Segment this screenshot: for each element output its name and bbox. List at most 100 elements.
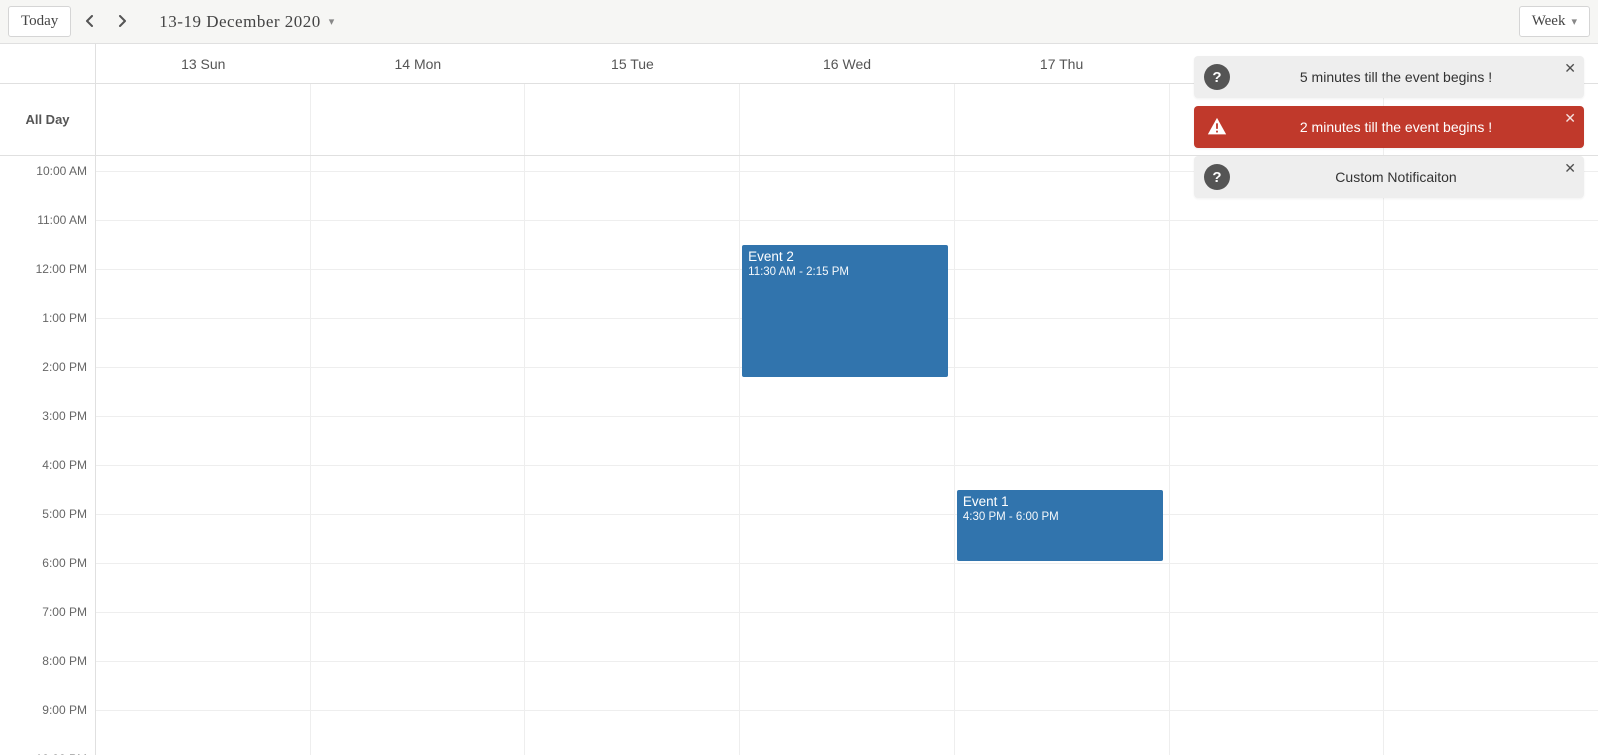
warning-icon bbox=[1204, 114, 1230, 140]
hour-gridline bbox=[1170, 465, 1384, 466]
day-column[interactable] bbox=[311, 156, 526, 755]
hour-gridline bbox=[96, 612, 310, 613]
hour-gridline bbox=[525, 416, 739, 417]
allday-cell[interactable] bbox=[955, 84, 1170, 155]
hour-label: 2:00 PM bbox=[42, 360, 87, 374]
hour-gridline bbox=[311, 612, 525, 613]
calendar-event[interactable]: Event 14:30 PM - 6:00 PM bbox=[957, 490, 1163, 562]
day-column[interactable]: Event 14:30 PM - 6:00 PM bbox=[955, 156, 1170, 755]
close-icon[interactable]: ✕ bbox=[1564, 110, 1576, 127]
hour-gridline bbox=[955, 563, 1169, 564]
hour-gridline bbox=[525, 269, 739, 270]
hour-label: 5:00 PM bbox=[42, 507, 87, 521]
allday-cell[interactable] bbox=[740, 84, 955, 155]
day-column[interactable] bbox=[1384, 156, 1598, 755]
hour-gridline bbox=[1384, 563, 1598, 564]
day-header[interactable]: 13 Sun bbox=[96, 44, 311, 83]
event-time: 11:30 AM - 2:15 PM bbox=[748, 266, 942, 278]
day-column[interactable] bbox=[96, 156, 311, 755]
close-icon[interactable]: ✕ bbox=[1564, 160, 1576, 177]
hour-label: 11:00 AM bbox=[37, 213, 87, 227]
hour-gridline bbox=[96, 661, 310, 662]
time-gutter: 12:00 AM1:00 AM2:00 AM3:00 AM4:00 AM5:00… bbox=[0, 156, 96, 755]
next-button[interactable] bbox=[109, 8, 135, 36]
day-column[interactable]: Event 2 11:30 AM - 2:15 PM bbox=[740, 156, 955, 755]
hour-gridline bbox=[955, 367, 1169, 368]
close-icon[interactable]: ✕ bbox=[1564, 60, 1576, 77]
hour-gridline bbox=[955, 710, 1169, 711]
hour-gridline bbox=[96, 269, 310, 270]
hour-gridline bbox=[96, 465, 310, 466]
chevron-down-icon: ▾ bbox=[1571, 15, 1577, 28]
hour-gridline bbox=[1170, 416, 1384, 417]
allday-cell[interactable] bbox=[96, 84, 311, 155]
today-button-label: Today bbox=[21, 13, 58, 30]
day-column[interactable] bbox=[1170, 156, 1385, 755]
hour-gridline bbox=[740, 220, 954, 221]
day-header-label: 16 Wed bbox=[823, 56, 871, 72]
time-grid-scroll[interactable]: 12:00 AM1:00 AM2:00 AM3:00 AM4:00 AM5:00… bbox=[0, 156, 1598, 755]
date-range-label: 13-19 December 2020 bbox=[159, 12, 321, 32]
hour-gridline bbox=[311, 563, 525, 564]
hour-gridline bbox=[96, 416, 310, 417]
date-range-picker[interactable]: 13-19 December 2020 ▾ bbox=[159, 12, 335, 32]
hour-gridline bbox=[740, 661, 954, 662]
toast-message: 2 minutes till the event begins ! bbox=[1242, 119, 1550, 135]
hour-gridline bbox=[525, 220, 739, 221]
hour-gridline bbox=[525, 661, 739, 662]
hour-gridline bbox=[1170, 367, 1384, 368]
hour-gridline bbox=[1384, 612, 1598, 613]
toast: 2 minutes till the event begins ! ✕ bbox=[1194, 106, 1584, 148]
time-grid: 12:00 AM1:00 AM2:00 AM3:00 AM4:00 AM5:00… bbox=[0, 156, 1598, 755]
day-column[interactable] bbox=[525, 156, 740, 755]
hour-gridline bbox=[96, 220, 310, 221]
allday-label-text: All Day bbox=[25, 112, 69, 127]
hour-gridline bbox=[1170, 710, 1384, 711]
hour-gridline bbox=[96, 514, 310, 515]
hour-gridline bbox=[1384, 416, 1598, 417]
hour-gridline bbox=[311, 514, 525, 515]
hour-gridline bbox=[525, 612, 739, 613]
hour-gridline bbox=[740, 710, 954, 711]
day-header[interactable]: 17 Thu bbox=[954, 44, 1169, 83]
chevron-left-icon bbox=[85, 14, 95, 30]
hour-gridline bbox=[955, 318, 1169, 319]
day-header[interactable]: 14 Mon bbox=[311, 44, 526, 83]
allday-cell[interactable] bbox=[311, 84, 526, 155]
toast-message: 5 minutes till the event begins ! bbox=[1242, 69, 1550, 85]
view-picker[interactable]: Week ▾ bbox=[1519, 6, 1590, 37]
hour-gridline bbox=[311, 318, 525, 319]
calendar-event[interactable]: Event 2 11:30 AM - 2:15 PM bbox=[742, 245, 948, 378]
chevron-down-icon: ▾ bbox=[329, 15, 335, 28]
day-header[interactable]: 15 Tue bbox=[525, 44, 740, 83]
hour-gridline bbox=[1170, 612, 1384, 613]
hour-gridline bbox=[525, 171, 739, 172]
hour-gridline bbox=[740, 465, 954, 466]
hour-label: 8:00 PM bbox=[42, 654, 87, 668]
hour-gridline bbox=[740, 563, 954, 564]
hour-label: 4:00 PM bbox=[42, 458, 87, 472]
hour-gridline bbox=[311, 416, 525, 417]
allday-cell[interactable] bbox=[525, 84, 740, 155]
hour-label: 3:00 PM bbox=[42, 409, 87, 423]
hour-gridline bbox=[1170, 661, 1384, 662]
toast: ?Custom Notificaiton✕ bbox=[1194, 156, 1584, 198]
event-title: Event 2 bbox=[748, 249, 942, 264]
hour-gridline bbox=[311, 220, 525, 221]
hour-gridline bbox=[96, 171, 310, 172]
hour-gridline bbox=[525, 710, 739, 711]
day-header-label: 17 Thu bbox=[1040, 56, 1083, 72]
prev-button[interactable] bbox=[77, 8, 103, 36]
toast: ?5 minutes till the event begins !✕ bbox=[1194, 56, 1584, 98]
hour-gridline bbox=[740, 416, 954, 417]
hour-gridline bbox=[1384, 367, 1598, 368]
day-header[interactable]: 16 Wed bbox=[740, 44, 955, 83]
hour-gridline bbox=[955, 220, 1169, 221]
hour-gridline bbox=[1384, 318, 1598, 319]
hour-gridline bbox=[1170, 269, 1384, 270]
hour-gridline bbox=[1384, 220, 1598, 221]
today-button[interactable]: Today bbox=[8, 6, 71, 37]
hour-gridline bbox=[525, 465, 739, 466]
hour-gridline bbox=[525, 318, 739, 319]
toast-stack: ?5 minutes till the event begins !✕2 min… bbox=[1194, 56, 1584, 198]
